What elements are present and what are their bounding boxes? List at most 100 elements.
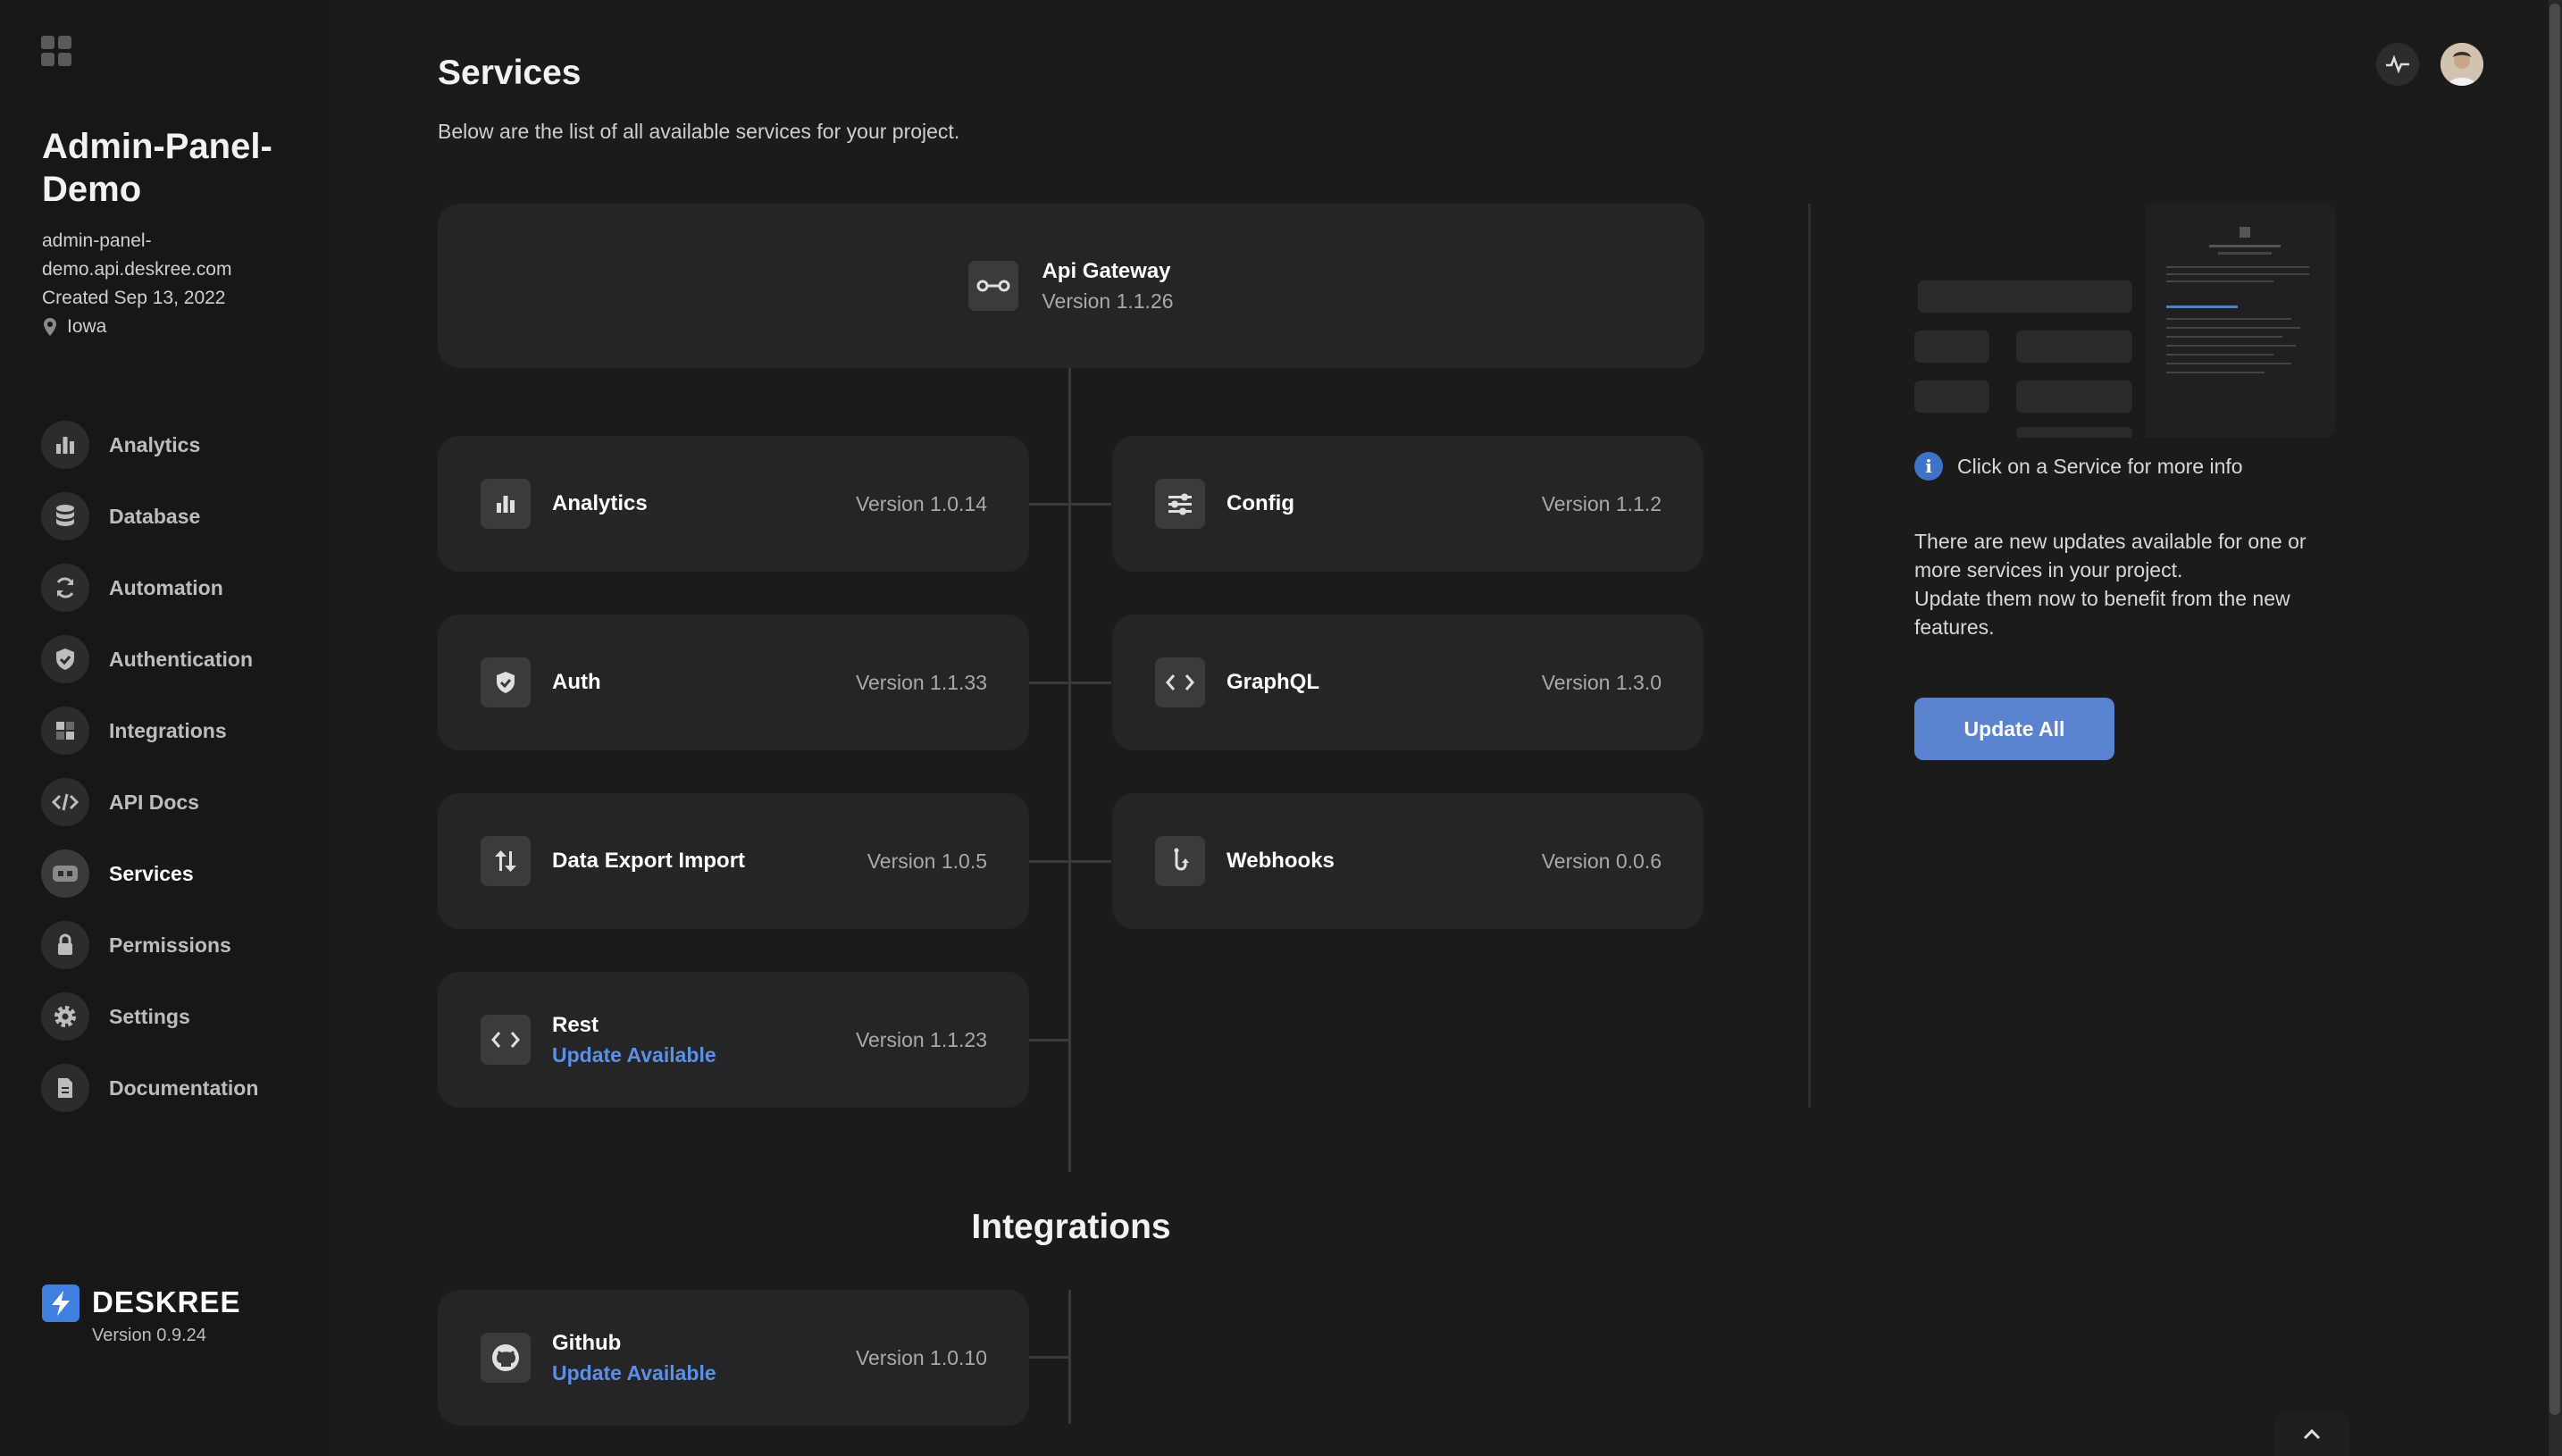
integrations-title: Integrations (971, 1208, 1171, 1246)
sidebar-item-label: Documentation (109, 1075, 259, 1100)
sidebar-item-label: Analytics (109, 432, 201, 456)
sidebar-item-services[interactable]: Services (41, 838, 258, 909)
update-available-link[interactable]: Update Available (552, 1043, 716, 1067)
brand: DESKREE Version 0.9.24 (42, 1284, 241, 1346)
lock-icon (41, 921, 89, 969)
service-version: Version 0.0.6 (1541, 849, 1662, 873)
service-name: Config (1227, 491, 1294, 515)
sidebar-item-api-docs[interactable]: API Docs (41, 766, 258, 838)
location-pin-icon (44, 318, 56, 336)
service-name: Data Export Import (552, 849, 746, 873)
sidebar-item-label: Database (109, 504, 201, 528)
github-icon (481, 1333, 531, 1383)
service-version: Version 1.0.10 (855, 1345, 987, 1369)
service-name: Auth (552, 670, 601, 694)
connector-branch (1029, 682, 1111, 684)
avatar[interactable] (2441, 43, 2483, 86)
service-version: Version 1.1.2 (1541, 491, 1662, 515)
connector-trunk (1068, 368, 1071, 1172)
sidebar-item-documentation[interactable]: Documentation (41, 1052, 258, 1124)
scroll-to-top-button[interactable] (2274, 1413, 2349, 1456)
sidebar-item-permissions[interactable]: Permissions (41, 909, 258, 981)
service-version: Version 1.1.23 (855, 1027, 987, 1051)
service-card-data-export-import[interactable]: Data Export Import Version 1.0.5 (438, 793, 1029, 929)
connector-branch (1029, 860, 1111, 863)
puzzle-icon (41, 707, 89, 755)
sidebar-item-label: API Docs (109, 790, 199, 814)
info-hint-text: Click on a Service for more info (1957, 454, 2243, 478)
service-card-api-gateway[interactable]: Api Gateway Version 1.1.26 (438, 204, 1704, 368)
connector-branch (1029, 1356, 1070, 1359)
deskree-logo-icon (42, 1284, 80, 1322)
sidebar-item-settings[interactable]: Settings (41, 981, 258, 1052)
transfer-icon (481, 836, 531, 886)
sidebar-item-analytics[interactable]: Analytics (41, 409, 258, 481)
bar-chart-icon (481, 479, 531, 529)
service-version: Version 1.1.26 (1042, 289, 1174, 313)
database-icon (41, 492, 89, 540)
project-created: Created Sep 13, 2022 (42, 288, 226, 308)
gear-icon (41, 992, 89, 1041)
shield-icon (481, 657, 531, 707)
info-icon: i (1914, 452, 1943, 481)
service-card-analytics[interactable]: Analytics Version 1.0.14 (438, 436, 1029, 572)
project-name: Admin-Panel-Demo (42, 127, 272, 209)
sidebar-item-label: Permissions (109, 933, 231, 957)
hook-icon (1155, 836, 1205, 886)
service-card-graphql[interactable]: GraphQL Version 1.3.0 (1112, 615, 1704, 750)
sidebar-item-label: Services (109, 861, 194, 885)
service-version: Version 1.0.5 (867, 849, 987, 873)
sidebar-item-database[interactable]: Database (41, 481, 258, 552)
document-icon (41, 1064, 89, 1112)
shield-icon (41, 635, 89, 683)
service-name: Api Gateway (1042, 258, 1171, 283)
code-icon (481, 1015, 531, 1065)
activity-pulse-icon[interactable] (2376, 43, 2419, 86)
project-location: Iowa (42, 313, 329, 341)
service-name: Analytics (552, 491, 648, 515)
service-card-config[interactable]: Config Version 1.1.2 (1112, 436, 1704, 572)
brand-name: DESKREE (92, 1285, 241, 1318)
sidebar-item-label: Integrations (109, 718, 227, 742)
update-available-link[interactable]: Update Available (552, 1361, 716, 1385)
project-location-label: Iowa (67, 316, 107, 337)
gateway-icon (968, 261, 1019, 311)
code-icon (1155, 657, 1205, 707)
panel-divider (1808, 204, 1811, 1108)
scrollbar-thumb[interactable] (2549, 4, 2560, 1415)
integration-card-github[interactable]: Github Update Available Version 1.0.10 (438, 1290, 1029, 1426)
service-version: Version 1.0.14 (855, 491, 987, 515)
brand-version: Version 0.9.24 (92, 1326, 206, 1345)
project-meta: admin-panel-demo.api.deskree.com Created… (42, 227, 329, 341)
sidebar-item-integrations[interactable]: Integrations (41, 695, 258, 766)
sidebar: Admin-Panel-Demo admin-panel-demo.api.de… (0, 0, 329, 1456)
sidebar-item-authentication[interactable]: Authentication (41, 623, 258, 695)
sidebar-nav: Analytics Database Automation Authentica… (41, 409, 258, 1124)
sidebar-item-label: Authentication (109, 647, 253, 671)
page-title: Services (438, 54, 582, 92)
service-version: Version 1.1.33 (855, 670, 987, 694)
sliders-icon (1155, 479, 1205, 529)
chevron-up-icon (2303, 1428, 2321, 1440)
apps-grid-icon[interactable] (41, 36, 71, 66)
page-subtitle: Below are the list of all available serv… (438, 120, 960, 143)
code-icon (41, 778, 89, 826)
connector-branch (1029, 503, 1111, 506)
update-all-button[interactable]: Update All (1914, 698, 2114, 760)
app-root: Admin-Panel-Demo admin-panel-demo.api.de… (0, 0, 2562, 1456)
service-card-webhooks[interactable]: Webhooks Version 0.0.6 (1112, 793, 1704, 929)
update-notice-line-1: There are new updates available for one … (1914, 530, 2307, 582)
sidebar-item-automation[interactable]: Automation (41, 552, 258, 623)
service-version: Version 1.3.0 (1541, 670, 1662, 694)
bar-chart-icon (41, 421, 89, 469)
service-name: GraphQL (1227, 670, 1320, 694)
info-hint: i Click on a Service for more info (1914, 452, 2243, 481)
service-card-auth[interactable]: Auth Version 1.1.33 (438, 615, 1029, 750)
update-notice: There are new updates available for one … (1914, 527, 2343, 641)
refresh-icon (41, 564, 89, 612)
service-name: Github (552, 1330, 622, 1355)
update-notice-line-2: Update them now to benefit from the new … (1914, 587, 2290, 639)
sidebar-item-label: Settings (109, 1004, 190, 1028)
service-card-rest[interactable]: Rest Update Available Version 1.1.23 (438, 972, 1029, 1108)
service-name: Webhooks (1227, 849, 1335, 873)
